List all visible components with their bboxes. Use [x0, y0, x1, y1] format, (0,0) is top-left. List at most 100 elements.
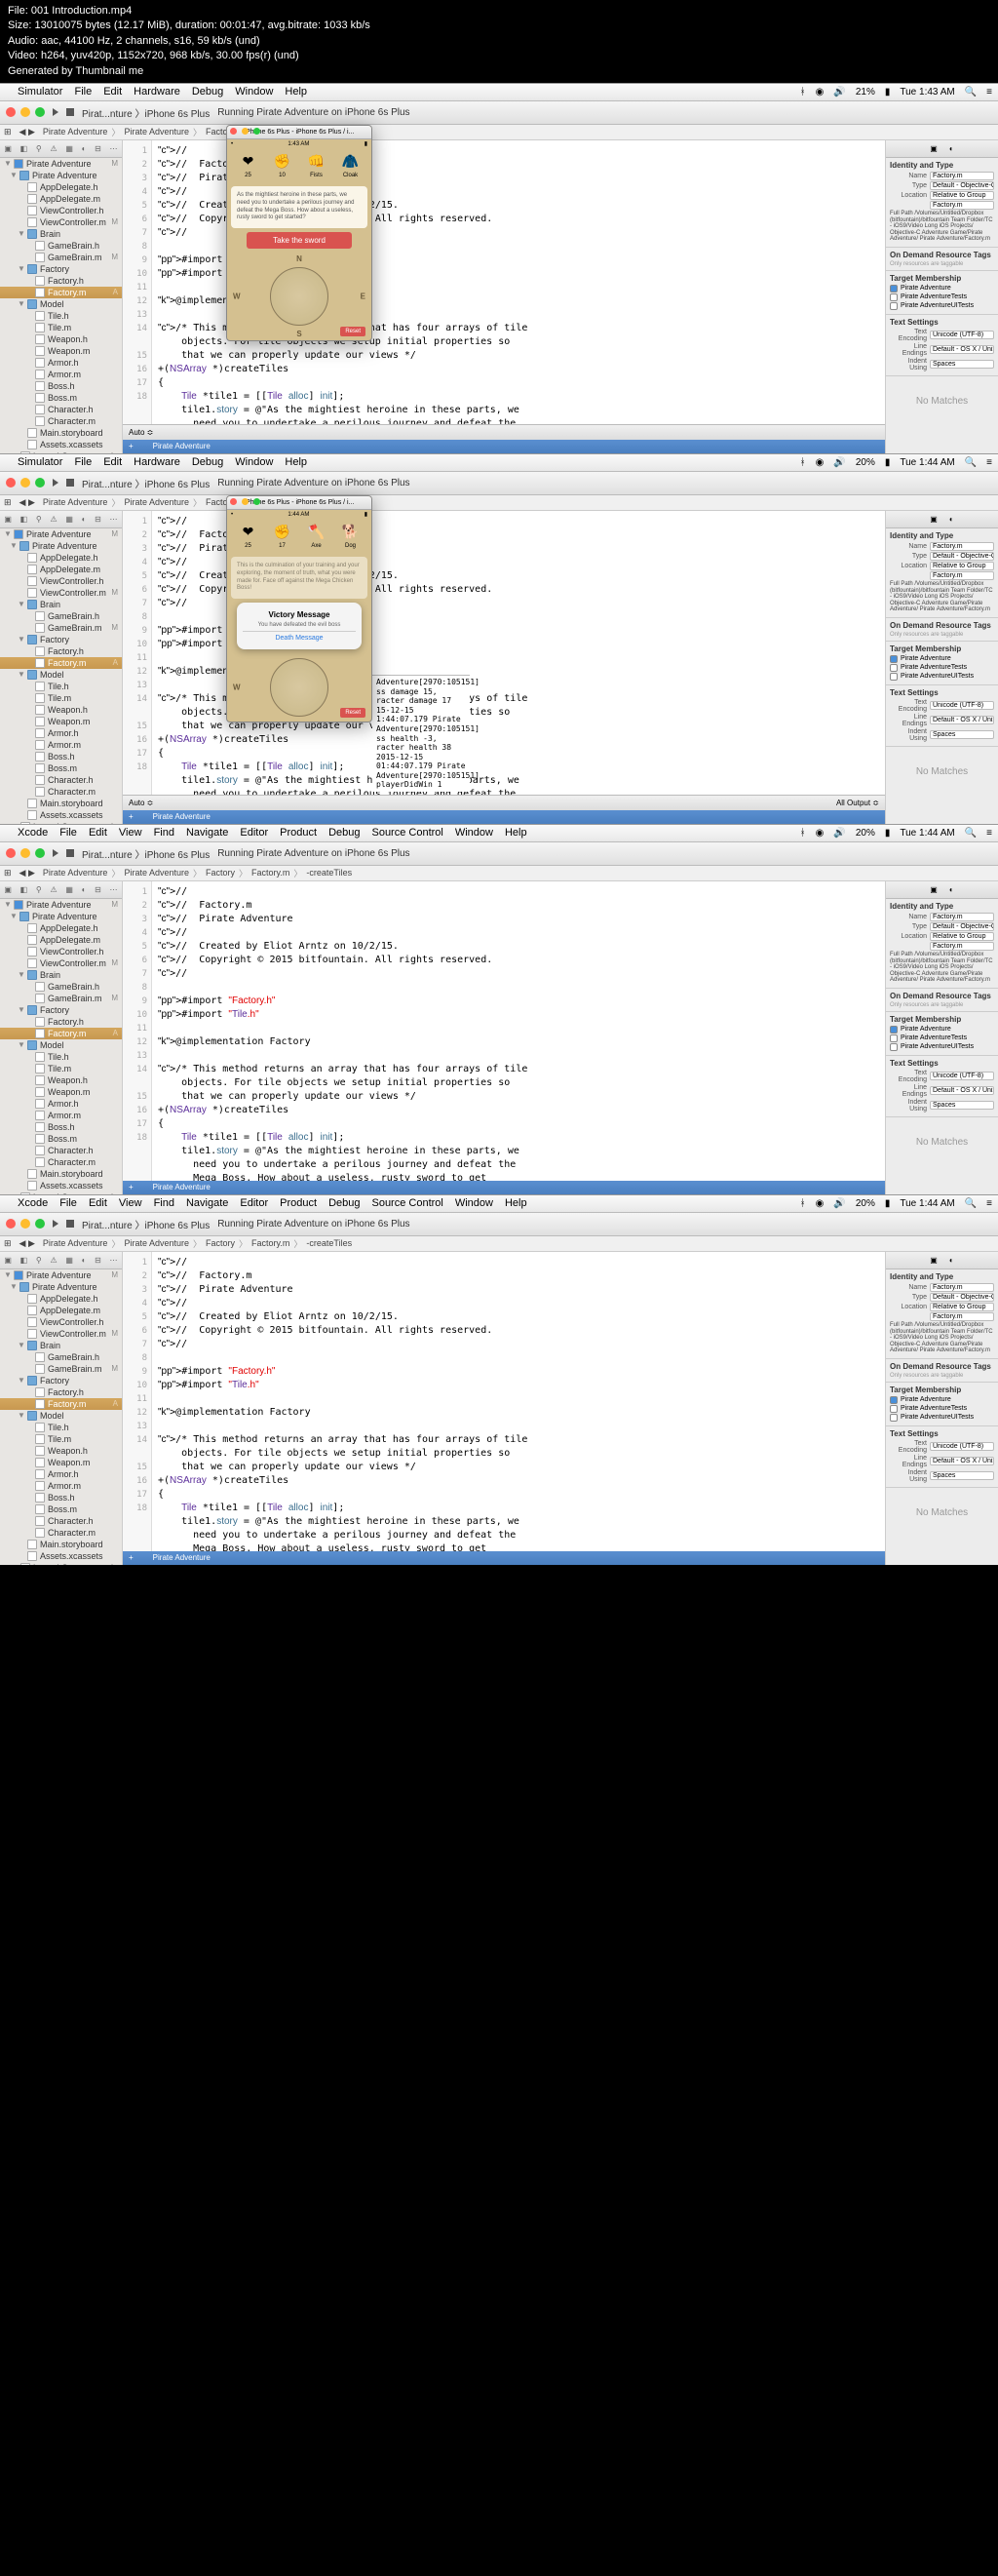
wifi-icon[interactable]: ◉ — [816, 87, 825, 98]
victory-alert[interactable]: Victory Message You have defeated the ev… — [237, 603, 362, 649]
nav-item[interactable]: ViewController.h — [0, 205, 122, 216]
nav-item[interactable]: Character.h — [0, 404, 122, 415]
nav-item[interactable]: AppDelegate.m — [0, 193, 122, 205]
nav-item[interactable]: ▼Brain — [0, 1340, 122, 1351]
nav-item[interactable]: ▼Pirate AdventureM — [0, 158, 122, 170]
nav-item[interactable]: Boss.h — [0, 380, 122, 392]
nav-item[interactable]: GameBrain.h — [0, 981, 122, 993]
nav-item[interactable]: Factory.mA — [0, 1398, 122, 1410]
nav-item[interactable]: ▼Pirate AdventureM — [0, 1269, 122, 1281]
nav-item[interactable]: ViewController.h — [0, 575, 122, 587]
simulator-window[interactable]: iPhone 6s Plus - iPhone 6s Plus / i... •… — [226, 495, 372, 722]
inspector-tabs[interactable]: ▣◐ — [886, 140, 998, 158]
nav-item[interactable]: ViewController.h — [0, 946, 122, 957]
nav-item[interactable]: Tile.h — [0, 681, 122, 692]
nav-item[interactable]: ▼Pirate AdventureM — [0, 528, 122, 540]
nav-item[interactable]: ▼Pirate AdventureM — [0, 899, 122, 911]
nav-item[interactable]: Factory.mA — [0, 1028, 122, 1039]
menu-window[interactable]: Window — [235, 86, 273, 98]
nav-item[interactable]: ▼Factory — [0, 263, 122, 275]
nav-item[interactable]: Weapon.h — [0, 1445, 122, 1457]
nav-item[interactable]: Boss.m — [0, 392, 122, 404]
nav-item[interactable]: GameBrain.mM — [0, 993, 122, 1004]
simulator-window[interactable]: iPhone 6s Plus - iPhone 6s Plus / i... •… — [226, 125, 372, 341]
nav-item[interactable]: Boss.m — [0, 762, 122, 774]
volume-icon[interactable]: 🔊 — [833, 87, 845, 98]
nav-item[interactable]: ▼Pirate Adventure — [0, 1281, 122, 1293]
clock[interactable]: Tue 1:43 AM — [900, 87, 954, 98]
simulator-titlebar[interactable]: iPhone 6s Plus - iPhone 6s Plus / i... — [227, 126, 371, 139]
nav-item[interactable]: Tile.h — [0, 310, 122, 322]
nav-item[interactable]: Character.h — [0, 774, 122, 786]
nav-item[interactable]: Assets.xcassets — [0, 1180, 122, 1191]
navigator-tabs[interactable]: ▣◧⚲⚠▦◐⊟⋯ — [0, 140, 122, 158]
nav-item[interactable]: Assets.xcassets — [0, 809, 122, 821]
nav-item[interactable]: GameBrain.h — [0, 240, 122, 252]
nav-item[interactable]: ViewController.mM — [0, 1328, 122, 1340]
window-controls[interactable] — [6, 107, 45, 117]
nav-item[interactable]: ▼Brain — [0, 228, 122, 240]
nav-item[interactable]: Weapon.h — [0, 333, 122, 345]
menu-simulator[interactable]: Simulator — [18, 86, 62, 98]
menubar[interactable]: Simulator File Edit Hardware Debug Windo… — [0, 454, 998, 472]
nav-item[interactable]: Boss.h — [0, 1492, 122, 1503]
nav-item[interactable]: AppDelegate.h — [0, 552, 122, 564]
project-navigator[interactable]: ▣◧⚲⚠▦◐⊟⋯ ▼Pirate AdventureM▼Pirate Adven… — [0, 140, 123, 453]
nav-item[interactable]: ViewController.mM — [0, 587, 122, 599]
nav-item[interactable]: ▼Brain — [0, 599, 122, 610]
nav-item[interactable]: Boss.h — [0, 751, 122, 762]
menu-debug[interactable]: Debug — [192, 86, 223, 98]
menu-edit[interactable]: Edit — [103, 86, 122, 98]
nav-item[interactable]: Character.h — [0, 1145, 122, 1156]
action-button[interactable]: Take the sword — [247, 232, 352, 249]
menu-help[interactable]: Help — [285, 86, 307, 98]
nav-item[interactable]: AppDelegate.h — [0, 922, 122, 934]
nav-item[interactable]: Boss.h — [0, 1121, 122, 1133]
nav-item[interactable]: AppDelegate.m — [0, 564, 122, 575]
bluetooth-icon[interactable]: ᚼ — [800, 87, 806, 98]
nav-item[interactable]: ▼Factory — [0, 634, 122, 645]
nav-item[interactable]: Tile.m — [0, 322, 122, 333]
nav-item[interactable]: Weapon.m — [0, 1086, 122, 1098]
nav-item[interactable]: Armor.h — [0, 727, 122, 739]
nav-item[interactable]: ▼Factory — [0, 1004, 122, 1016]
nav-item[interactable]: ▼Pirate Adventure — [0, 540, 122, 552]
nav-item[interactable]: Armor.h — [0, 1468, 122, 1480]
nav-item[interactable]: Character.m — [0, 786, 122, 798]
nav-item[interactable]: ViewController.h — [0, 1316, 122, 1328]
run-button[interactable] — [53, 479, 58, 487]
nav-item[interactable]: AppDelegate.h — [0, 181, 122, 193]
nav-item[interactable]: Armor.m — [0, 369, 122, 380]
nav-item[interactable]: ▼Model — [0, 1039, 122, 1051]
nav-item[interactable]: Tile.h — [0, 1051, 122, 1063]
nav-item[interactable]: Main.storyboard — [0, 1539, 122, 1550]
nav-item[interactable]: ▼Model — [0, 1410, 122, 1422]
nav-item[interactable]: ▼Pirate Adventure — [0, 170, 122, 181]
menubar[interactable]: Simulator File Edit Hardware Debug Windo… — [0, 84, 998, 101]
stop-button[interactable] — [66, 108, 74, 116]
nav-item[interactable]: Weapon.m — [0, 716, 122, 727]
nav-item[interactable]: ▼Pirate Adventure — [0, 911, 122, 922]
nav-item[interactable]: Factory.h — [0, 1386, 122, 1398]
nav-item[interactable]: Armor.h — [0, 357, 122, 369]
nav-item[interactable]: GameBrain.h — [0, 610, 122, 622]
spotlight-icon[interactable]: 🔍 — [965, 87, 977, 98]
nav-item[interactable]: AppDelegate.m — [0, 934, 122, 946]
nav-item[interactable]: Tile.h — [0, 1422, 122, 1433]
nav-item[interactable]: Factory.h — [0, 645, 122, 657]
nav-item[interactable]: Character.m — [0, 1156, 122, 1168]
nav-item[interactable]: Factory.h — [0, 275, 122, 287]
nav-item[interactable]: Assets.xcassets — [0, 1550, 122, 1562]
bottom-bar[interactable]: +Pirate Adventure — [123, 440, 885, 453]
nav-item[interactable]: Main.storyboard — [0, 427, 122, 439]
nav-item[interactable]: ▼Model — [0, 298, 122, 310]
nav-item[interactable]: ▼Factory — [0, 1375, 122, 1386]
nav-item[interactable]: Main.storyboard — [0, 798, 122, 809]
menu-hardware[interactable]: Hardware — [134, 86, 180, 98]
nav-item[interactable]: Armor.h — [0, 1098, 122, 1110]
nav-item[interactable]: ▼Model — [0, 669, 122, 681]
reset-button[interactable]: Reset — [340, 327, 365, 336]
stop-button[interactable] — [66, 479, 74, 487]
nav-item[interactable]: Character.m — [0, 415, 122, 427]
nav-item[interactable]: Factory.mA — [0, 287, 122, 298]
